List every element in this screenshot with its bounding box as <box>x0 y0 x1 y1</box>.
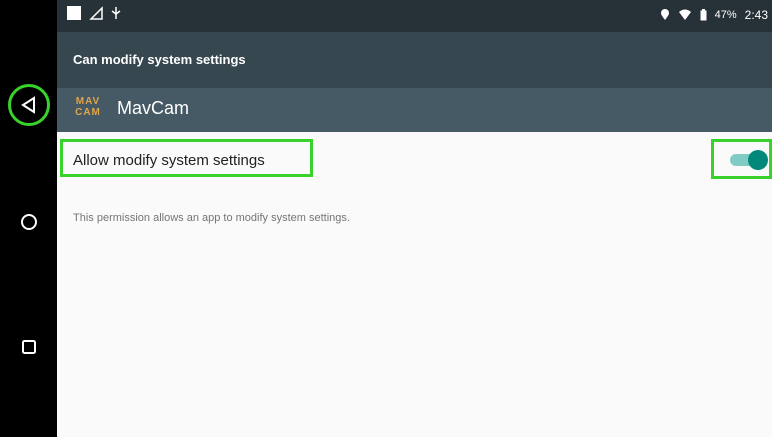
signal-icon <box>89 6 103 20</box>
location-icon <box>660 9 669 20</box>
home-circle-icon <box>21 214 37 230</box>
app-screen: 47% 2:43 Can modify system settings MAV … <box>57 0 772 437</box>
app-info-bar: MAV CAM MavCam <box>57 88 772 132</box>
app-name: MavCam <box>117 98 190 118</box>
settings-header: Can modify system settings <box>57 32 772 88</box>
notification-square-icon <box>67 6 81 20</box>
status-left-icons <box>67 6 121 20</box>
status-right-icons: 47% 2:43 <box>660 8 768 22</box>
back-triangle-icon <box>21 96 35 114</box>
app-logo: MAV CAM <box>73 96 103 124</box>
clock: 2:43 <box>744 8 768 22</box>
setting-label: Allow modify system settings <box>73 152 265 169</box>
permission-description: This permission allows an app to modify … <box>73 212 350 224</box>
navigation-bar <box>0 0 57 437</box>
status-bar: 47% 2:43 <box>57 0 772 32</box>
home-button[interactable] <box>12 205 46 239</box>
recent-apps-button[interactable] <box>12 330 46 364</box>
app-logo-bottom: CAM <box>75 107 101 118</box>
battery-percent: 47% <box>714 9 737 21</box>
page-title: Can modify system settings <box>73 52 246 67</box>
allow-modify-settings-row[interactable]: Allow modify system settings <box>57 136 772 184</box>
usb-icon <box>111 7 121 19</box>
device-frame: 47% 2:43 Can modify system settings MAV … <box>0 0 772 437</box>
recent-square-icon <box>22 340 36 354</box>
wifi-icon <box>678 9 691 20</box>
toggle-knob <box>748 150 768 170</box>
allow-modify-toggle[interactable] <box>730 150 768 170</box>
app-logo-top: MAV <box>75 96 101 107</box>
battery-icon <box>700 9 707 21</box>
back-button[interactable] <box>8 84 50 126</box>
